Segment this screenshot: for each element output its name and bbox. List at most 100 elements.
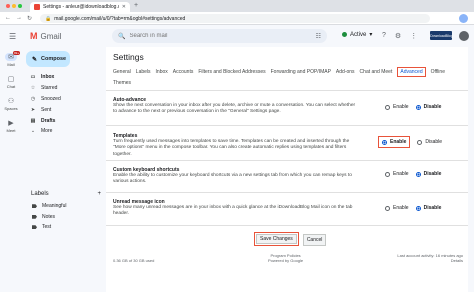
status-dot-icon (342, 32, 347, 37)
tab-filters[interactable]: Filters and Blocked Addresses (198, 69, 265, 75)
row-divider (106, 225, 468, 226)
settings-tabs-row-1: General Labels Inbox Accounts Filters an… (106, 66, 468, 78)
policy-block: Program Policies Powered by Google (268, 253, 303, 263)
tab-labels[interactable]: Labels (136, 69, 151, 75)
chevron-down-icon: ⌄ (30, 128, 36, 135)
disable-label: Disable (425, 139, 443, 145)
tab-general[interactable]: General (113, 69, 131, 75)
sidebar-item-snoozed[interactable]: ◷ Snoozed (22, 94, 106, 105)
clock-icon: ◷ (30, 95, 36, 102)
disable-option[interactable]: Disable (417, 139, 442, 145)
enable-label: Enable (390, 139, 407, 145)
tab-advanced[interactable]: Advanced (397, 67, 426, 77)
enable-radio[interactable] (385, 104, 390, 110)
enable-radio[interactable] (382, 139, 387, 145)
page-title: Settings (113, 52, 144, 62)
disable-option[interactable]: Disable (415, 205, 442, 211)
setting-options: Enable Disable (385, 171, 441, 177)
maximize-window-button[interactable] (18, 4, 22, 8)
rail-item-meet[interactable]: ▶ Meet (0, 119, 22, 133)
setting-options: Enable Disable (378, 136, 442, 148)
sidebar-item-label: Starred (41, 85, 58, 92)
tab-accounts[interactable]: Accounts (173, 69, 194, 75)
rail-item-mail[interactable]: ✉ 99+ Mail (0, 51, 22, 67)
row-divider (106, 160, 468, 161)
disable-radio[interactable] (415, 171, 421, 177)
reload-icon[interactable]: ↻ (27, 15, 32, 22)
back-icon[interactable]: ← (5, 15, 11, 21)
sidebar: ✎ Compose ▭ Inbox ☆ Starred ◷ Snoozed ➤ … (22, 47, 106, 292)
enable-option[interactable]: Enable (385, 205, 409, 211)
apps-grid-icon[interactable]: ⋮ (410, 32, 417, 40)
sidebar-item-label: Drafts (41, 117, 56, 124)
url-field[interactable]: 🔒 mail.google.com/mail/u/0/?tab=rm&ogbl#… (40, 14, 430, 23)
forward-icon[interactable]: → (16, 15, 22, 21)
star-icon: ☆ (30, 85, 36, 92)
cancel-button[interactable]: Cancel (302, 234, 327, 246)
close-tab-icon[interactable]: ✕ (122, 4, 126, 10)
chat-icon: ▢ (7, 76, 15, 83)
gmail-logo[interactable]: M Gmail (30, 31, 61, 41)
activity-block: Last account activity: 16 minutes ago De… (397, 253, 463, 263)
sidebar-item-inbox[interactable]: ▭ Inbox (22, 72, 106, 83)
label-item-test[interactable]: Test (22, 222, 106, 233)
minimize-window-button[interactable] (12, 4, 16, 8)
search-bar[interactable]: 🔍 ☷ (112, 29, 327, 43)
form-buttons: Save Changes Cancel (254, 232, 327, 246)
enable-radio[interactable] (385, 171, 390, 177)
browser-profile-avatar[interactable] (459, 14, 468, 23)
compose-button[interactable]: ✎ Compose (26, 51, 70, 67)
tab-chat-and-meet[interactable]: Chat and Meet (360, 69, 393, 75)
sidebar-item-starred[interactable]: ☆ Starred (22, 83, 106, 94)
spaces-icon: ⚇ (7, 98, 15, 105)
tab-add-ons[interactable]: Add-ons (336, 69, 355, 75)
browser-tab[interactable]: Settings - anleur@idownloadblog.com ✕ (30, 2, 130, 12)
disable-radio[interactable] (415, 205, 421, 211)
new-tab-icon[interactable]: + (134, 2, 138, 9)
disable-radio[interactable] (415, 104, 421, 110)
disable-radio[interactable] (417, 139, 423, 145)
tab-themes[interactable]: Themes (113, 80, 131, 86)
tab-title: Settings - anleur@idownloadblog.com (43, 4, 119, 10)
close-window-button[interactable] (6, 4, 10, 8)
search-input[interactable] (129, 33, 310, 39)
details-link[interactable]: Details (397, 258, 463, 263)
search-icon[interactable]: 🔍 (118, 33, 125, 40)
sidebar-item-more[interactable]: ⌄ More (22, 126, 106, 137)
label-item-notes[interactable]: Notes (22, 212, 106, 223)
sidebar-item-label: More (41, 128, 53, 135)
disable-option[interactable]: Disable (415, 171, 441, 177)
tab-inbox[interactable]: Inbox (156, 69, 168, 75)
pencil-icon: ✎ (32, 56, 38, 63)
search-options-icon[interactable]: ☷ (316, 33, 321, 40)
rail-item-spaces[interactable]: ⚇ Spaces (0, 97, 22, 111)
sidebar-item-drafts[interactable]: ▤ Drafts (22, 115, 106, 126)
rail-item-chat[interactable]: ▢ Chat (0, 75, 22, 89)
help-icon[interactable]: ? (382, 32, 386, 40)
disable-label: Disable (423, 205, 442, 211)
enable-option[interactable]: Enable (378, 136, 411, 148)
storage-usage[interactable]: 0.36 GB of 30 GB used (113, 258, 154, 263)
label-item-meaningful[interactable]: Meaningful (22, 201, 106, 212)
side-panel-strip (468, 47, 474, 292)
save-highlight: Save Changes (254, 232, 299, 246)
sidebar-item-label: Sent (41, 106, 52, 113)
main-menu-icon[interactable]: ☰ (9, 32, 16, 41)
status-indicator[interactable]: Active ▾ (342, 31, 372, 38)
settings-gear-icon[interactable]: ⚙ (395, 32, 401, 40)
account-avatar[interactable] (459, 31, 469, 41)
gmail-header: ☰ M Gmail 🔍 ☷ Active ▾ ? ⚙ ⋮ iDownloadBl… (0, 25, 474, 47)
enable-label: Enable (393, 205, 409, 211)
enable-option[interactable]: Enable (385, 104, 409, 110)
enable-radio[interactable] (385, 205, 390, 211)
save-changes-button[interactable]: Save Changes (256, 234, 297, 244)
tab-forwarding[interactable]: Forwarding and POP/IMAP (271, 69, 331, 75)
add-label-icon[interactable]: + (97, 191, 101, 197)
enable-option[interactable]: Enable (385, 171, 409, 177)
tab-offline[interactable]: Offline (431, 69, 445, 75)
sidebar-item-sent[interactable]: ➤ Sent (22, 104, 106, 115)
tabs-divider (106, 90, 468, 91)
setting-options: Enable Disable (385, 205, 441, 211)
window-controls[interactable] (6, 4, 22, 8)
disable-option[interactable]: Disable (415, 104, 441, 110)
